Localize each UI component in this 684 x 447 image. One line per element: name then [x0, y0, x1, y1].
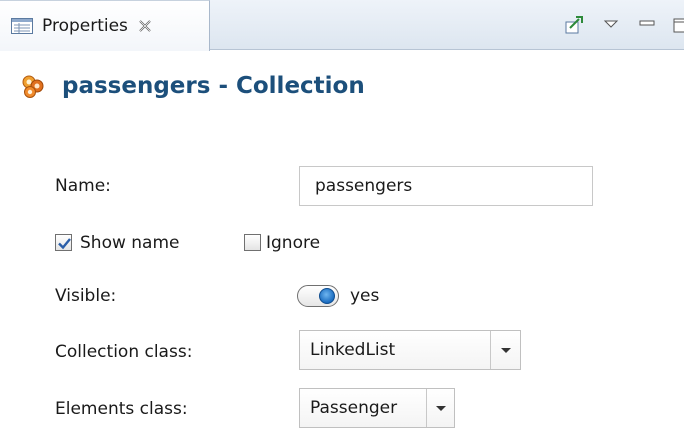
elements-class-label: Elements class: [55, 399, 188, 419]
close-icon[interactable] [137, 18, 153, 34]
toggle-knob [319, 288, 335, 304]
properties-header: passengers - Collection [0, 51, 684, 121]
ignore-checkbox[interactable] [244, 234, 261, 251]
view-toolbar [550, 12, 684, 38]
properties-icon [11, 18, 33, 34]
page-title: passengers - Collection [62, 72, 365, 99]
chevron-down-icon[interactable] [490, 331, 520, 369]
minimize-icon[interactable] [636, 14, 658, 36]
view-menu-icon[interactable] [600, 14, 622, 36]
visible-toggle[interactable] [297, 285, 339, 307]
tab-properties[interactable]: Properties [0, 0, 210, 51]
name-label: Name: [55, 176, 111, 196]
collection-class-dropdown[interactable]: LinkedList [299, 330, 521, 370]
tab-title: Properties [42, 16, 128, 36]
elements-class-value: Passenger [310, 398, 398, 418]
pin-to-selection-icon[interactable] [564, 14, 586, 36]
collection-class-label: Collection class: [55, 342, 193, 362]
chevron-down-icon[interactable] [426, 389, 454, 427]
name-field[interactable]: passengers [299, 166, 593, 206]
visible-label: Visible: [55, 286, 117, 306]
view-tab-bar: Properties [0, 0, 684, 51]
show-name-checkbox[interactable] [55, 234, 72, 251]
show-name-label[interactable]: Show name [80, 233, 180, 253]
visible-value: yes [350, 286, 380, 306]
elements-class-dropdown[interactable]: Passenger [299, 388, 455, 428]
ignore-label[interactable]: Ignore [266, 233, 320, 253]
collection-icon [20, 73, 46, 99]
maximize-icon[interactable] [672, 14, 684, 36]
collection-class-value: LinkedList [310, 340, 396, 360]
